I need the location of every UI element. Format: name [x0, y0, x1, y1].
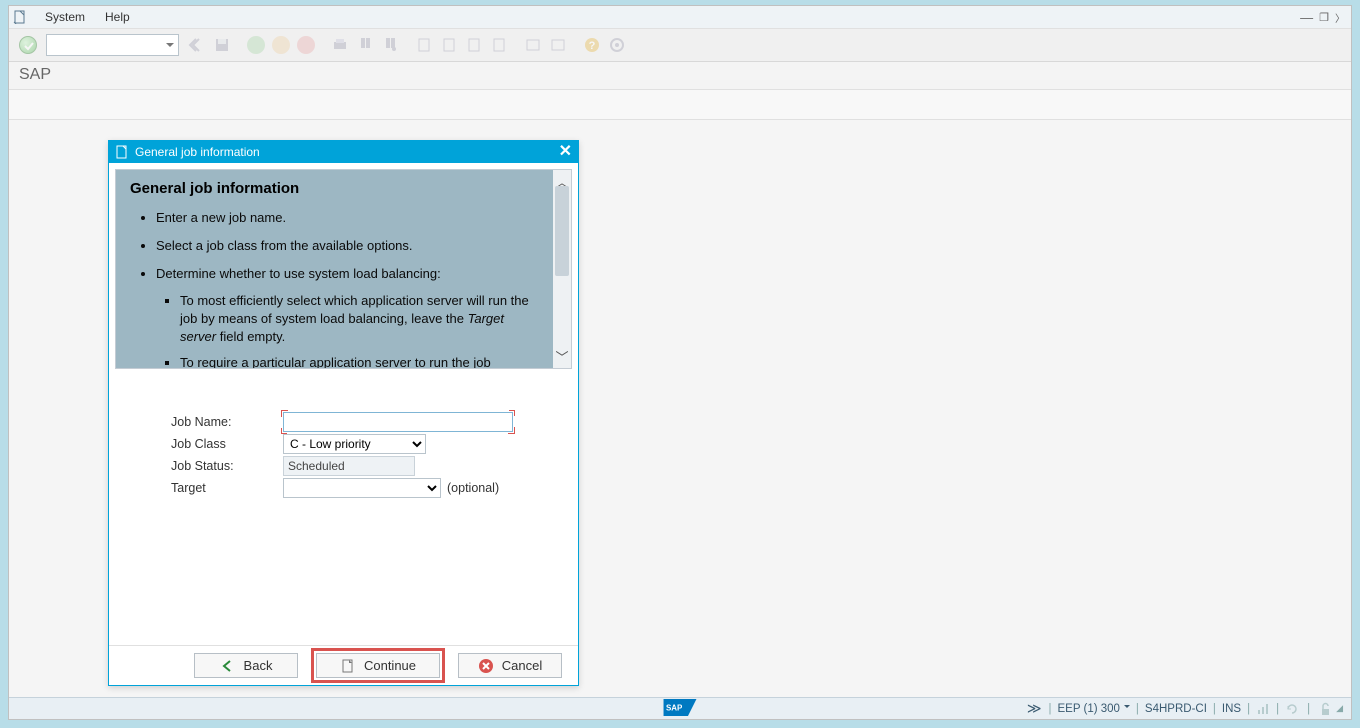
- status-server: S4HPRD-CI: [1145, 703, 1207, 715]
- info-content: General job information Enter a new job …: [116, 170, 553, 368]
- optional-label: (optional): [447, 481, 499, 495]
- svg-text:SAP: SAP: [666, 703, 683, 712]
- form-area: Job Name: Job Class C - Low priority Job…: [115, 369, 572, 499]
- status-expand-icon[interactable]: ≫: [1027, 700, 1043, 717]
- cancel-button[interactable]: Cancel: [458, 653, 562, 678]
- general-job-info-dialog: General job information ✕ General job in…: [108, 140, 579, 686]
- svg-text:?: ?: [589, 40, 596, 52]
- job-name-label: Job Name:: [171, 415, 283, 429]
- job-class-label: Job Class: [171, 437, 283, 451]
- print-icon[interactable]: [329, 34, 351, 56]
- dialog-close-button[interactable]: ✕: [559, 145, 572, 159]
- info-sub-1: To most efficiently select which applica…: [180, 292, 539, 347]
- exit-icon[interactable]: [270, 34, 292, 56]
- target-label: Target: [171, 481, 283, 495]
- dialog-body: General job information Enter a new job …: [109, 163, 578, 645]
- info-scrollbar[interactable]: ︿ ﹀: [553, 170, 571, 368]
- dialog-icon: [115, 145, 129, 159]
- next-page-icon[interactable]: [463, 34, 485, 56]
- info-sub-2: To require a particular application serv…: [180, 354, 539, 368]
- title-bar: SAP: [9, 62, 1351, 90]
- app-title: SAP: [19, 66, 51, 83]
- help-icon[interactable]: ?: [581, 34, 603, 56]
- customize-icon[interactable]: [606, 34, 628, 56]
- job-name-input[interactable]: [283, 412, 513, 432]
- job-class-select[interactable]: C - Low priority: [283, 434, 426, 454]
- continue-button[interactable]: Continue: [316, 653, 440, 678]
- back-icon[interactable]: [245, 34, 267, 56]
- app-menu-icon[interactable]: [13, 10, 27, 24]
- first-page-icon[interactable]: [413, 34, 435, 56]
- window-controls: — ❐ 〉: [1298, 10, 1347, 25]
- scroll-down-icon[interactable]: ﹀: [555, 347, 568, 366]
- back-button[interactable]: Back: [194, 653, 298, 678]
- menu-system[interactable]: System: [35, 8, 95, 26]
- enter-button[interactable]: [17, 34, 39, 56]
- status-refresh-icon[interactable]: [1285, 702, 1299, 716]
- shortcut-icon[interactable]: [547, 34, 569, 56]
- required-marker: [283, 412, 513, 432]
- dialog-title: General job information: [135, 145, 260, 159]
- target-select[interactable]: [283, 478, 441, 498]
- info-bullet-1: Enter a new job name.: [156, 209, 539, 227]
- find-icon[interactable]: [354, 34, 376, 56]
- job-status-label: Job Status:: [171, 459, 283, 473]
- status-resize-grip[interactable]: ◢: [1336, 703, 1343, 714]
- dialog-footer: Back Continue Cancel: [109, 645, 578, 685]
- cancel-x-icon: [478, 658, 494, 674]
- job-status-field: [283, 456, 415, 476]
- arrow-icon[interactable]: 〉: [1333, 10, 1347, 25]
- menu-bar: System Help — ❐ 〉: [9, 6, 1351, 28]
- scroll-thumb[interactable]: [555, 186, 569, 276]
- new-session-icon[interactable]: [522, 34, 544, 56]
- info-bullet-2: Select a job class from the available op…: [156, 237, 539, 255]
- sub-toolbar: [9, 90, 1351, 120]
- info-bullet-3: Determine whether to use system load bal…: [156, 265, 539, 368]
- last-page-icon[interactable]: [488, 34, 510, 56]
- dialog-title-bar: General job information ✕: [109, 141, 578, 163]
- sap-logo: SAP: [663, 699, 697, 719]
- command-field[interactable]: [46, 34, 179, 56]
- nav-back-icon[interactable]: [186, 34, 208, 56]
- status-chart-icon[interactable]: [1256, 702, 1270, 716]
- main-toolbar: ?: [9, 28, 1351, 62]
- minimize-icon[interactable]: —: [1298, 10, 1315, 25]
- restore-icon[interactable]: ❐: [1317, 11, 1331, 24]
- menu-help[interactable]: Help: [95, 8, 140, 26]
- find-next-icon[interactable]: [379, 34, 401, 56]
- prev-page-icon[interactable]: [438, 34, 460, 56]
- status-bar: SAP ≫ | EEP (1) 300 | S4HPRD-CI | INS | …: [9, 697, 1351, 719]
- cancel-icon[interactable]: [295, 34, 317, 56]
- status-lock-icon[interactable]: [1318, 702, 1332, 716]
- save-icon[interactable]: [211, 34, 233, 56]
- continue-page-icon: [340, 658, 356, 674]
- status-system[interactable]: EEP (1) 300: [1057, 703, 1129, 715]
- back-arrow-icon: [220, 658, 236, 674]
- status-insert-mode: INS: [1222, 703, 1241, 715]
- info-heading: General job information: [130, 178, 539, 199]
- info-panel: General job information Enter a new job …: [115, 169, 572, 369]
